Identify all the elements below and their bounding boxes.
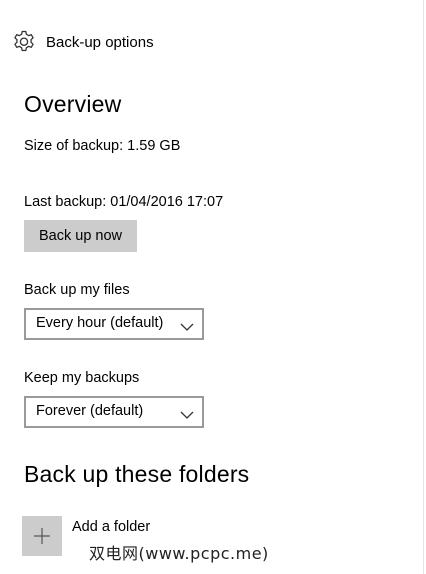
chevron-down-icon <box>180 319 194 331</box>
backup-frequency-value: Every hour (default) <box>36 315 164 331</box>
backup-frequency-dropdown[interactable]: Every hour (default) <box>24 308 204 340</box>
add-folder-button[interactable] <box>22 516 62 556</box>
backup-frequency-label: Back up my files <box>24 282 130 298</box>
plus-icon <box>34 528 50 544</box>
page-title: Back-up options <box>46 33 154 51</box>
backup-options-window: Back-up options Overview Size of backup:… <box>0 0 426 574</box>
last-backup-text: Last backup: 01/04/2016 17:07 <box>24 194 224 210</box>
backup-folders-heading: Back up these folders <box>24 461 250 487</box>
overview-heading: Overview <box>24 91 122 117</box>
backup-size-text: Size of backup: 1.59 GB <box>24 138 181 154</box>
add-folder-label[interactable]: Add a folder <box>72 519 150 535</box>
chevron-down-icon <box>180 407 194 419</box>
gear-icon <box>11 29 37 55</box>
keep-backups-label: Keep my backups <box>24 370 140 386</box>
keep-backups-value: Forever (default) <box>36 403 144 419</box>
window-edge <box>423 0 424 574</box>
back-up-now-button[interactable]: Back up now <box>24 220 137 252</box>
page-header: Back-up options <box>11 29 154 55</box>
watermark-text: 双电网(www.pcpc.me) <box>89 544 269 563</box>
keep-backups-dropdown[interactable]: Forever (default) <box>24 396 204 428</box>
